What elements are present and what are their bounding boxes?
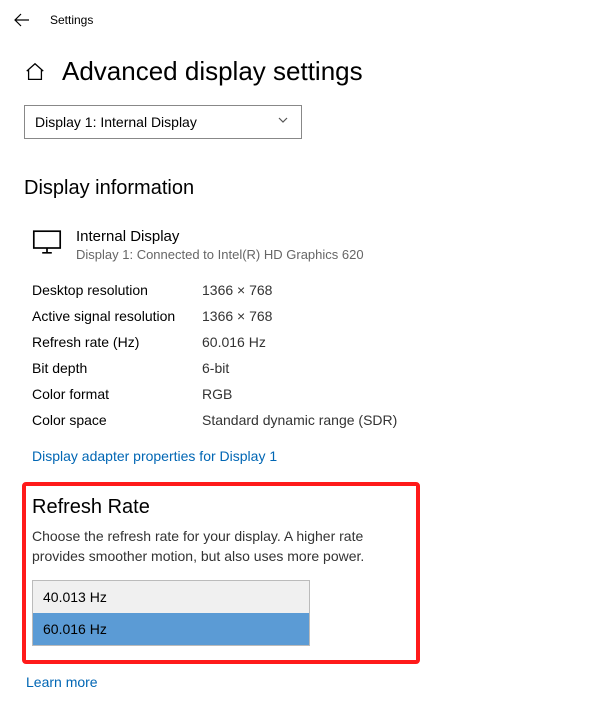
- refresh-rate-section: Refresh Rate Choose the refresh rate for…: [22, 482, 420, 664]
- info-label: Refresh rate (Hz): [32, 334, 202, 350]
- home-icon: [24, 61, 46, 83]
- refresh-rate-description: Choose the refresh rate for your display…: [32, 527, 410, 566]
- learn-more-link[interactable]: Learn more: [26, 674, 98, 690]
- info-label: Color format: [32, 386, 202, 402]
- chevron-down-icon: [277, 113, 291, 131]
- monitor-icon: [32, 230, 62, 259]
- info-label: Bit depth: [32, 360, 202, 376]
- display-name: Internal Display: [76, 228, 364, 245]
- back-button[interactable]: [12, 10, 32, 30]
- display-select-dropdown[interactable]: Display 1: Internal Display: [24, 105, 302, 139]
- info-value: RGB: [202, 386, 232, 402]
- info-row: Color space Standard dynamic range (SDR): [24, 412, 588, 428]
- display-subtext: Display 1: Connected to Intel(R) HD Grap…: [76, 247, 364, 262]
- info-value: Standard dynamic range (SDR): [202, 412, 397, 428]
- info-value: 6-bit: [202, 360, 229, 376]
- refresh-rate-option[interactable]: 60.016 Hz: [33, 613, 309, 645]
- info-label: Color space: [32, 412, 202, 428]
- info-row: Bit depth 6-bit: [24, 360, 588, 376]
- info-row: Refresh rate (Hz) 60.016 Hz: [24, 334, 588, 350]
- page-title: Advanced display settings: [62, 56, 363, 87]
- refresh-rate-heading: Refresh Rate: [32, 496, 410, 519]
- info-row: Color format RGB: [24, 386, 588, 402]
- info-value: 1366 × 768: [202, 282, 272, 298]
- arrow-left-icon: [14, 12, 30, 28]
- dropdown-selected-text: Display 1: Internal Display: [35, 114, 197, 130]
- refresh-rate-option[interactable]: 40.013 Hz: [33, 581, 309, 613]
- info-value: 60.016 Hz: [202, 334, 266, 350]
- window-title: Settings: [50, 13, 93, 27]
- info-row: Desktop resolution 1366 × 768: [24, 282, 588, 298]
- adapter-properties-link[interactable]: Display adapter properties for Display 1: [24, 448, 277, 464]
- refresh-rate-listbox[interactable]: 40.013 Hz 60.016 Hz: [32, 580, 310, 646]
- info-label: Desktop resolution: [32, 282, 202, 298]
- info-value: 1366 × 768: [202, 308, 272, 324]
- display-info-heading: Display information: [24, 177, 588, 200]
- info-row: Active signal resolution 1366 × 768: [24, 308, 588, 324]
- info-label: Active signal resolution: [32, 308, 202, 324]
